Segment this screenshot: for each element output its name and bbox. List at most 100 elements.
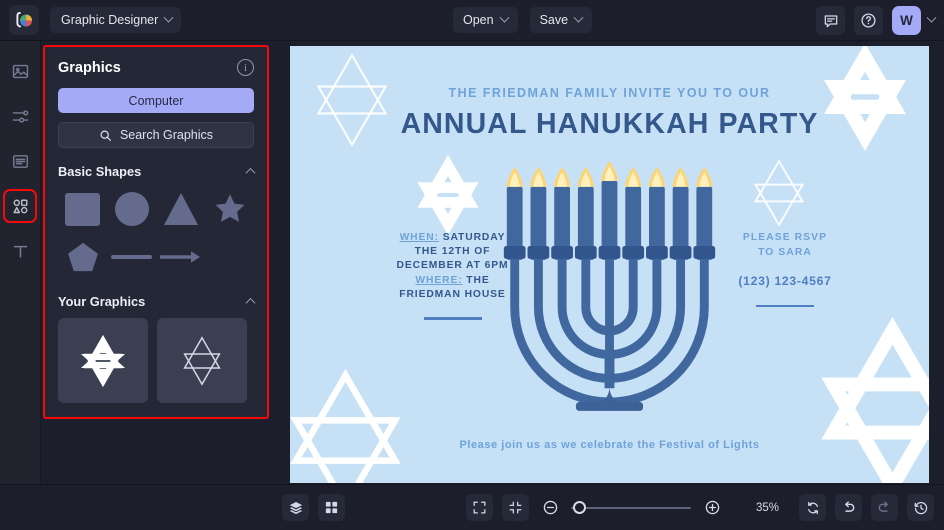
shape-triangle[interactable] xyxy=(156,188,205,230)
rsvp-divider xyxy=(756,304,814,308)
graphic-thumb-star-solid[interactable] xyxy=(58,318,148,403)
info-icon[interactable]: i xyxy=(237,59,254,76)
your-graphics-grid xyxy=(58,318,254,403)
fullscreen-button[interactable] xyxy=(466,494,493,521)
invite-footer[interactable]: Please join us as we celebrate the Festi… xyxy=(290,439,929,451)
section-your-graphics-header[interactable]: Your Graphics xyxy=(58,294,256,309)
app-logo-button[interactable] xyxy=(9,5,39,35)
shape-star[interactable] xyxy=(205,188,254,230)
zoom-value[interactable]: 35% xyxy=(745,497,790,519)
history-controls xyxy=(799,494,934,521)
rail-item-graphics[interactable] xyxy=(3,189,37,223)
rsvp-phone: (123) 123-4567 xyxy=(738,273,832,288)
when-value: SATURDAY xyxy=(438,232,506,243)
invite-title[interactable]: ANNUAL HANUKKAH PARTY xyxy=(290,108,929,141)
undo-button[interactable] xyxy=(835,494,862,521)
computer-label: Computer xyxy=(128,93,184,108)
invite-when-line2: THE 12TH OF xyxy=(414,246,491,258)
fit-to-screen-button[interactable] xyxy=(502,494,529,521)
section-basic-shapes-title: Basic Shapes xyxy=(58,164,142,179)
section-basic-shapes-header[interactable]: Basic Shapes xyxy=(58,164,256,179)
zoom-out-icon xyxy=(543,500,557,515)
account-chevron-down-icon[interactable] xyxy=(926,12,937,23)
avatar-initial: W xyxy=(900,13,913,28)
search-graphics-input[interactable]: Search Graphics xyxy=(58,122,254,148)
rsvp-line1: PLEASE RSVP xyxy=(742,232,828,243)
shape-arrow[interactable] xyxy=(156,236,205,278)
shape-circle[interactable] xyxy=(107,188,156,230)
circle-shape xyxy=(114,192,149,226)
invite-when-line3: DECEMBER AT 6PM xyxy=(396,260,509,272)
square-shape xyxy=(65,192,100,226)
reset-icon xyxy=(807,501,818,514)
arrow-shape xyxy=(159,251,200,263)
star-of-david-outline-bottom-right xyxy=(821,317,929,483)
artboard[interactable]: THE FRIEDMAN FAMILY INVITE YOU TO OUR AN… xyxy=(290,46,929,483)
star-shape xyxy=(215,194,244,222)
where-value: THE xyxy=(462,274,490,286)
bottombar-left-group xyxy=(282,494,345,521)
reset-button[interactable] xyxy=(799,494,826,521)
canvas-area[interactable]: THE FRIEDMAN FAMILY INVITE YOU TO OUR AN… xyxy=(290,46,929,483)
invite-rsvp-block[interactable]: PLEASE RSVP TO SARA (123) 123-4567 xyxy=(685,231,885,308)
rsvp-line2: TO SARA xyxy=(758,246,812,258)
chevron-up-icon xyxy=(245,167,256,178)
left-tool-rail xyxy=(0,41,41,530)
zoom-slider[interactable] xyxy=(571,499,691,517)
open-button[interactable]: Open xyxy=(453,7,518,33)
grid-icon xyxy=(325,501,338,514)
shape-square[interactable] xyxy=(58,188,107,230)
open-label: Open xyxy=(463,13,494,27)
zoom-out-button[interactable] xyxy=(538,496,562,520)
redo-icon xyxy=(878,501,888,512)
document-title-label: Graphic Designer xyxy=(61,13,159,27)
rail-item-pages[interactable] xyxy=(6,147,34,175)
zoom-slider-knob[interactable] xyxy=(573,501,587,514)
invite-eyebrow[interactable]: THE FRIEDMAN FAMILY INVITE YOU TO OUR xyxy=(290,86,929,100)
star-of-david-outline xyxy=(183,335,221,386)
search-placeholder: Search Graphics xyxy=(119,128,214,142)
help-circle-icon xyxy=(861,13,876,28)
graphics-panel: Graphics i Computer Search Graphics Basi… xyxy=(43,45,269,419)
panel-header: Graphics i xyxy=(58,59,254,76)
layers-button[interactable] xyxy=(282,494,309,521)
details-divider xyxy=(423,317,482,320)
shape-pentagon[interactable] xyxy=(58,236,107,278)
save-button[interactable]: Save xyxy=(529,7,593,33)
star-of-david-solid-mid-left xyxy=(417,154,479,236)
zoom-in-icon xyxy=(705,500,719,515)
top-toolbar: Graphic Designer Open Save W xyxy=(0,0,944,41)
text-icon xyxy=(13,245,27,258)
history-button[interactable] xyxy=(907,494,934,521)
chevron-up-icon xyxy=(245,297,256,308)
rail-item-text[interactable] xyxy=(6,237,34,265)
computer-button[interactable]: Computer xyxy=(58,88,254,113)
document-title-dropdown[interactable]: Graphic Designer xyxy=(50,7,182,33)
star-of-david-outline-bottom-left xyxy=(290,368,401,483)
shape-line[interactable] xyxy=(107,236,156,278)
app-window: Graphic Designer Open Save W Graphics i … xyxy=(0,0,944,530)
graphic-thumb-star-outline[interactable] xyxy=(157,318,247,403)
zoom-in-button[interactable] xyxy=(700,496,724,520)
comment-button[interactable] xyxy=(816,6,845,35)
invite-when-line: WHEN: SATURDAY xyxy=(350,231,555,245)
triangle-shape xyxy=(163,193,198,225)
fit-to-screen-icon xyxy=(509,501,522,514)
invite-where-line: WHERE: THE xyxy=(350,274,555,288)
file-actions: Open Save xyxy=(453,7,593,33)
chevron-down-icon xyxy=(573,12,584,23)
help-button[interactable] xyxy=(854,6,883,35)
invite-details-block[interactable]: WHEN: SATURDAY THE 12TH OF DECEMBER AT 6… xyxy=(350,231,555,320)
bottom-toolbar: 35% xyxy=(0,484,944,530)
shape-empty-slot xyxy=(205,236,254,278)
redo-button[interactable] xyxy=(871,494,898,521)
layers-panel-icon xyxy=(12,154,28,168)
rail-item-image[interactable] xyxy=(6,57,34,85)
avatar[interactable]: W xyxy=(892,6,921,35)
color-wheel-logo xyxy=(15,11,32,27)
chevron-down-icon xyxy=(163,12,174,23)
fullscreen-icon xyxy=(473,501,486,514)
rail-item-adjust[interactable] xyxy=(6,102,34,130)
undo-icon xyxy=(845,501,855,512)
grid-button[interactable] xyxy=(318,494,345,521)
